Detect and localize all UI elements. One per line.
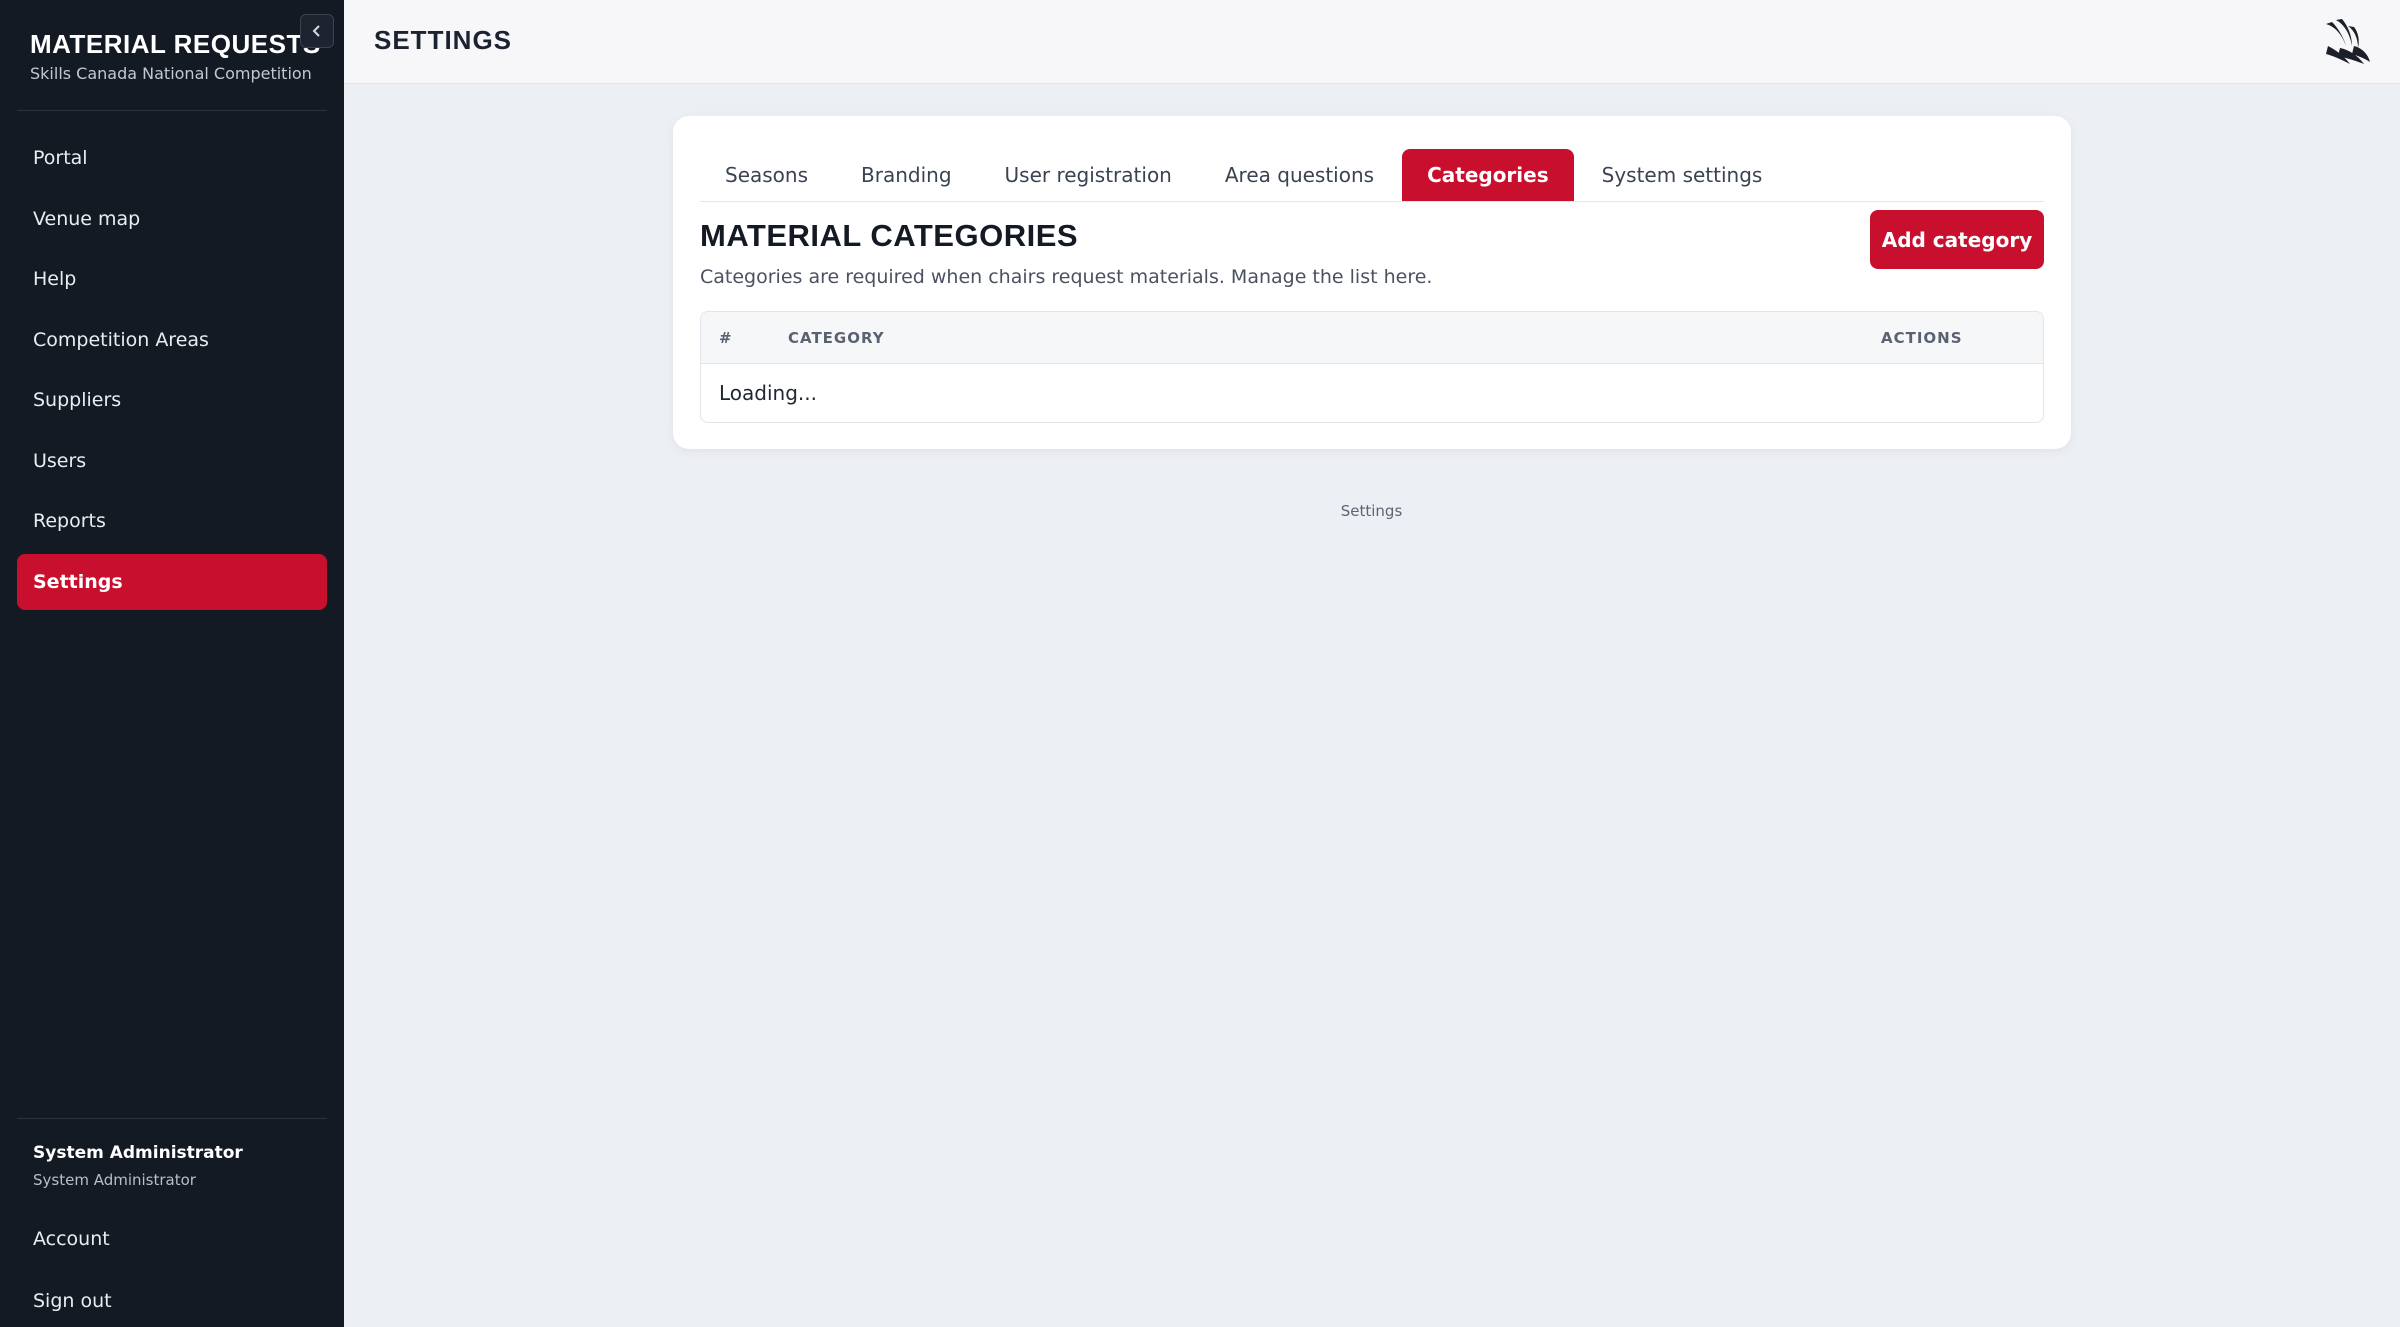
user-name: System Administrator <box>33 1143 243 1163</box>
app-subtitle: Skills Canada National Competition <box>30 64 312 83</box>
sidebar-item-label: Venue map <box>33 207 141 230</box>
tab-system-settings[interactable]: System settings <box>1577 149 1788 201</box>
sidebar-nav: Portal Venue map Help Competition Areas … <box>17 130 327 614</box>
sidebar-item-competition-areas[interactable]: Competition Areas <box>17 312 327 368</box>
tab-branding[interactable]: Branding <box>836 149 977 201</box>
tab-area-questions[interactable]: Area questions <box>1200 149 1399 201</box>
tab-seasons[interactable]: Seasons <box>700 149 833 201</box>
sidebar-item-help[interactable]: Help <box>17 251 327 307</box>
loading-status: Loading... <box>719 381 817 405</box>
account-link[interactable]: Account <box>33 1228 110 1250</box>
tab-categories[interactable]: Categories <box>1402 149 1574 201</box>
sidebar-divider-top <box>17 110 327 111</box>
brand-logo-icon <box>2326 19 2370 64</box>
sidebar-item-label: Settings <box>33 570 123 593</box>
add-category-button[interactable]: Add category <box>1870 210 2044 269</box>
tab-user-registration[interactable]: User registration <box>980 149 1197 201</box>
sidebar-item-label: Portal <box>33 147 88 169</box>
sidebar-item-label: Competition Areas <box>33 328 209 351</box>
sidebar-item-settings[interactable]: Settings <box>17 553 327 610</box>
sidebar-item-suppliers[interactable]: Suppliers <box>17 372 327 428</box>
section-title: MATERIAL CATEGORIES <box>700 218 1079 253</box>
settings-tabs: Seasons Branding User registration Area … <box>700 134 2044 202</box>
sign-out-link[interactable]: Sign out <box>33 1290 112 1312</box>
collapse-sidebar-button[interactable] <box>300 14 334 48</box>
sidebar-item-label: Suppliers <box>33 389 122 411</box>
chevron-left-icon <box>312 25 320 37</box>
column-header-number: # <box>719 329 733 347</box>
user-role: System Administrator <box>33 1171 196 1189</box>
page-title: SETTINGS <box>374 25 513 55</box>
top-header: SETTINGS <box>344 0 2400 84</box>
categories-table: # CATEGORY ACTIONS Loading... <box>700 311 2044 423</box>
footer-label: Settings <box>1340 502 1403 520</box>
table-row: Loading... <box>701 364 2043 422</box>
sidebar: MATERIAL REQUESTS Skills Canada National… <box>0 0 344 1327</box>
sidebar-item-portal[interactable]: Portal <box>17 130 327 186</box>
column-header-category: CATEGORY <box>788 329 885 347</box>
app-title: MATERIAL REQUESTS <box>30 29 321 59</box>
user-info: System Administrator System Administrato… <box>33 1143 243 1189</box>
sidebar-item-venue-map[interactable]: Venue map <box>17 191 327 247</box>
sidebar-item-label: Help <box>33 268 77 290</box>
sidebar-item-users[interactable]: Users <box>17 433 327 489</box>
table-header: # CATEGORY ACTIONS <box>701 312 2043 364</box>
sidebar-item-label: Users <box>33 449 87 472</box>
column-header-actions: ACTIONS <box>1881 329 1963 347</box>
brand: MATERIAL REQUESTS Skills Canada National… <box>30 28 321 83</box>
sidebar-divider-bottom <box>17 1118 327 1119</box>
section-description: Categories are required when chairs requ… <box>700 266 1433 288</box>
settings-card: Seasons Branding User registration Area … <box>673 116 2071 449</box>
